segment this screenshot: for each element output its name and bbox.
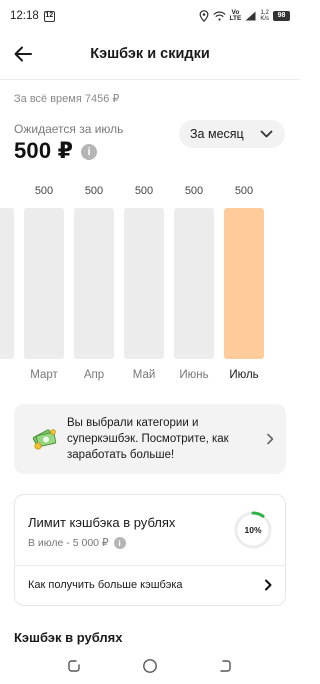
bar-value-label: 500 <box>34 185 54 197</box>
limit-subtitle-row: В июле - 5 000 ₽ i <box>28 537 126 549</box>
back-button[interactable] <box>12 43 34 65</box>
money-bills-icon <box>32 429 57 450</box>
promo-card[interactable]: Вы выбрали категории и суперкэшбэк. Посм… <box>14 404 286 474</box>
bar-value-label: 500 <box>184 185 204 197</box>
lte-label: LTE <box>229 15 242 22</box>
page-title: Кэшбэк и скидки <box>90 46 210 62</box>
network-speed: 1,2 K/s <box>260 10 269 23</box>
speed-unit: K/s <box>260 16 269 22</box>
recent-apps-icon <box>68 660 80 672</box>
location-icon <box>199 10 208 22</box>
get-more-cashback-link[interactable]: Как получить больше кэшбэка <box>15 566 285 606</box>
back-nav-icon <box>220 660 231 672</box>
bar <box>224 208 264 359</box>
section-title: Кэшбэк в рублях <box>14 630 123 645</box>
total-cashback-text: За всё время 7456 ₽ <box>14 93 120 105</box>
bar <box>24 208 64 359</box>
chevron-down-icon <box>260 130 273 138</box>
period-dropdown[interactable]: За месяц <box>179 120 285 148</box>
chevron-right-icon <box>265 579 272 591</box>
notification-badge-icon: 12 <box>43 10 55 22</box>
home-button[interactable] <box>140 656 160 676</box>
bar-value-label: 00 <box>0 185 14 197</box>
signal-icon <box>245 11 256 21</box>
expected-amount-row: 500 ₽ i <box>14 138 98 164</box>
header-divider <box>0 79 300 80</box>
bar-value-label: 500 <box>84 185 104 197</box>
home-circle-icon <box>143 659 157 673</box>
info-icon[interactable]: i <box>81 144 98 160</box>
bar <box>74 208 114 359</box>
bar <box>124 208 164 359</box>
system-nav-bar <box>0 650 300 684</box>
recent-apps-button[interactable] <box>64 656 84 676</box>
get-more-cashback-label: Как получить больше кэшбэка <box>28 579 183 591</box>
bar <box>0 208 14 359</box>
bar-value-label: 500 <box>234 185 254 197</box>
limit-subtitle: В июле - 5 000 ₽ <box>28 537 109 549</box>
network-type-icon: Vo LTE <box>229 9 242 23</box>
expected-label: Ожидается за июль <box>14 122 124 136</box>
arrow-left-icon <box>14 46 32 62</box>
info-icon[interactable]: i <box>113 537 126 549</box>
chevron-right-icon <box>267 433 274 445</box>
cashback-limit-card: Лимит кэшбэка в рублях В июле - 5 000 ₽ … <box>14 494 286 606</box>
bar-month-label: Июль <box>229 369 259 381</box>
bar <box>174 208 214 359</box>
expected-amount: 500 ₽ <box>14 138 74 163</box>
app-header: Кэшбэк и скидки <box>0 34 300 74</box>
bar-value-label: 500 <box>134 185 154 197</box>
promo-text: Вы выбрали категории и суперкэшбэк. Посм… <box>67 417 229 461</box>
limit-progress-label: 10% <box>244 525 262 535</box>
wifi-icon <box>212 11 226 21</box>
back-nav-button[interactable] <box>215 656 235 676</box>
cashback-bar-chart: 00ев500Март500Апр500Май500Июнь500Июль <box>0 178 300 388</box>
period-selected-label: За месяц <box>190 127 244 141</box>
battery-icon: 98 <box>273 11 290 21</box>
status-time: 12:18 <box>10 10 39 22</box>
limit-title: Лимит кэшбэка в рублях <box>28 515 176 530</box>
status-bar: 12:18 12 Vo LTE 1,2 K/s 98 <box>0 0 300 32</box>
